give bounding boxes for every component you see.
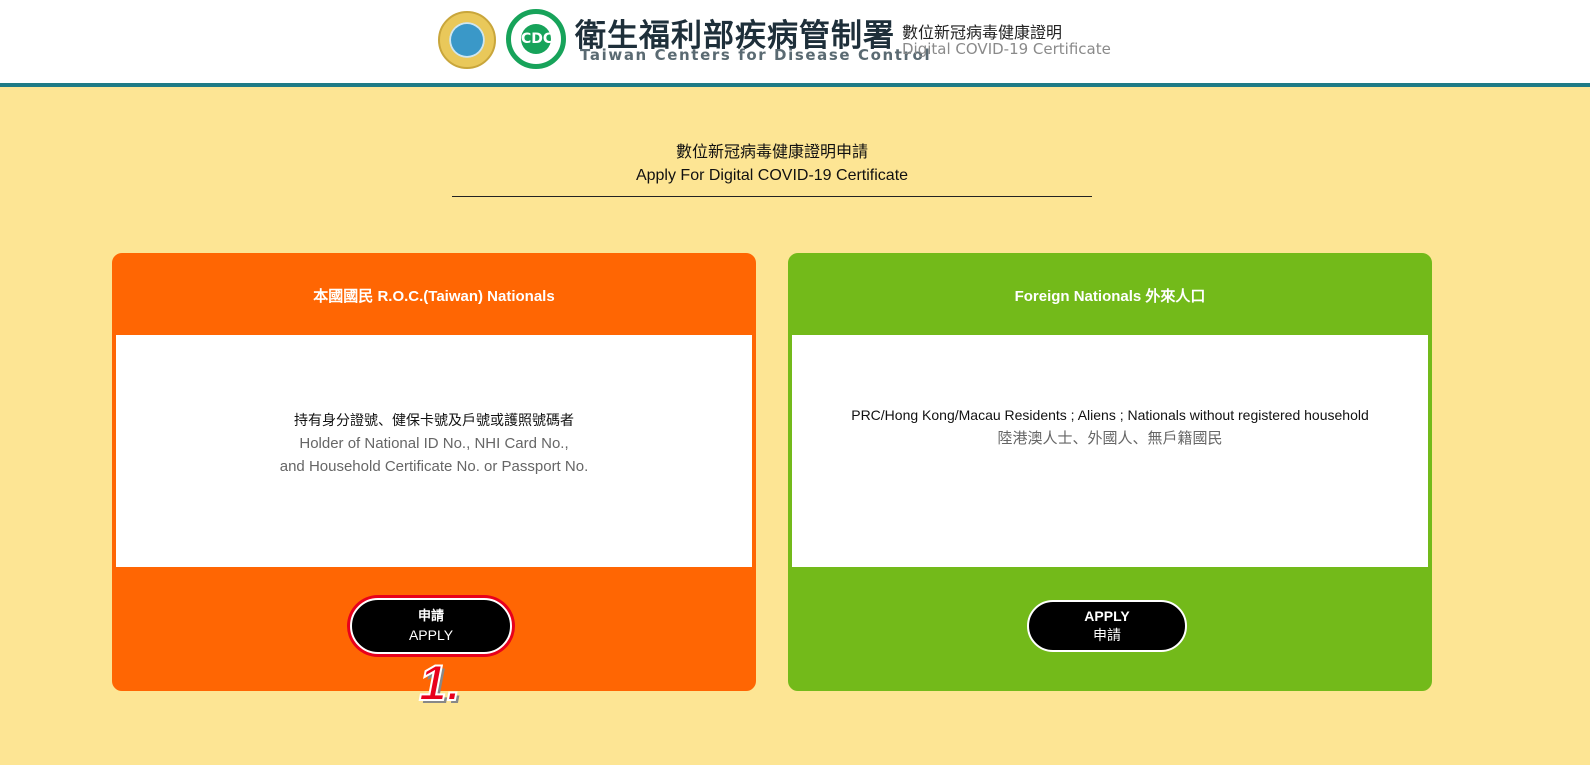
nationals-eligibility-zh: 持有身分證號、健保卡號及戶號或護照號碼者 — [294, 411, 574, 428]
page-title-en: Apply For Digital COVID-19 Certificate — [635, 167, 909, 184]
foreign-eligibility-en: PRC/Hong Kong/Macau Residents ; Aliens ;… — [851, 407, 1369, 423]
page-title: 數位新冠病毒健康證明申請 Apply For Digital COVID-19 … — [452, 140, 1092, 188]
foreign-eligibility-zh: 陸港澳人士、外國人、無戶籍國民 — [997, 430, 1223, 447]
foreign-card-body: PRC/Hong Kong/Macau Residents ; Aliens ;… — [792, 335, 1428, 567]
seal-emblem-icon — [451, 24, 483, 56]
step-number-annotation: 1. — [418, 655, 462, 711]
foreign-apply-button[interactable]: APPLY 申請 — [1027, 600, 1187, 652]
agency-name-en[interactable]: Taiwan Centers for Disease Control — [580, 46, 931, 64]
nationals-card-title: 本國國民 R.O.C.(Taiwan) Nationals — [313, 287, 555, 305]
foreign-card-title: Foreign Nationals 外來人口 — [1014, 287, 1206, 305]
nationals-card: 本國國民 R.O.C.(Taiwan) Nationals 持有身分證號、健保卡… — [112, 253, 756, 691]
nationals-apply-button[interactable]: 申請 APPLY — [350, 598, 512, 654]
page-title-zh: 數位新冠病毒健康證明申請 — [675, 142, 868, 161]
foreign-apply-label-zh: 申請 — [1093, 627, 1121, 643]
heading-divider — [452, 196, 1092, 197]
site-title-en: Digital COVID-19 Certificate — [902, 40, 1111, 58]
foreign-nationals-card: Foreign Nationals 外來人口 PRC/Hong Kong/Mac… — [788, 253, 1432, 691]
nationals-apply-label-en: APPLY — [408, 627, 454, 643]
nationals-card-body: 持有身分證號、健保卡號及戶號或護照號碼者 Holder of National … — [116, 335, 752, 567]
nationals-eligibility-en-2: and Household Certificate No. or Passpor… — [279, 457, 589, 475]
site-header: CDC 衛生福利部疾病管制署 Taiwan Centers for Diseas… — [0, 0, 1590, 87]
cdc-logo[interactable]: CDC — [506, 9, 566, 69]
foreign-apply-label-en: APPLY — [1084, 608, 1130, 624]
nationals-apply-label-zh: 申請 — [417, 608, 444, 623]
cdc-logo-mark: CDC — [521, 24, 553, 54]
government-seal-logo — [438, 11, 496, 69]
nationals-eligibility-en-1: Holder of National ID No., NHI Card No., — [299, 434, 569, 452]
